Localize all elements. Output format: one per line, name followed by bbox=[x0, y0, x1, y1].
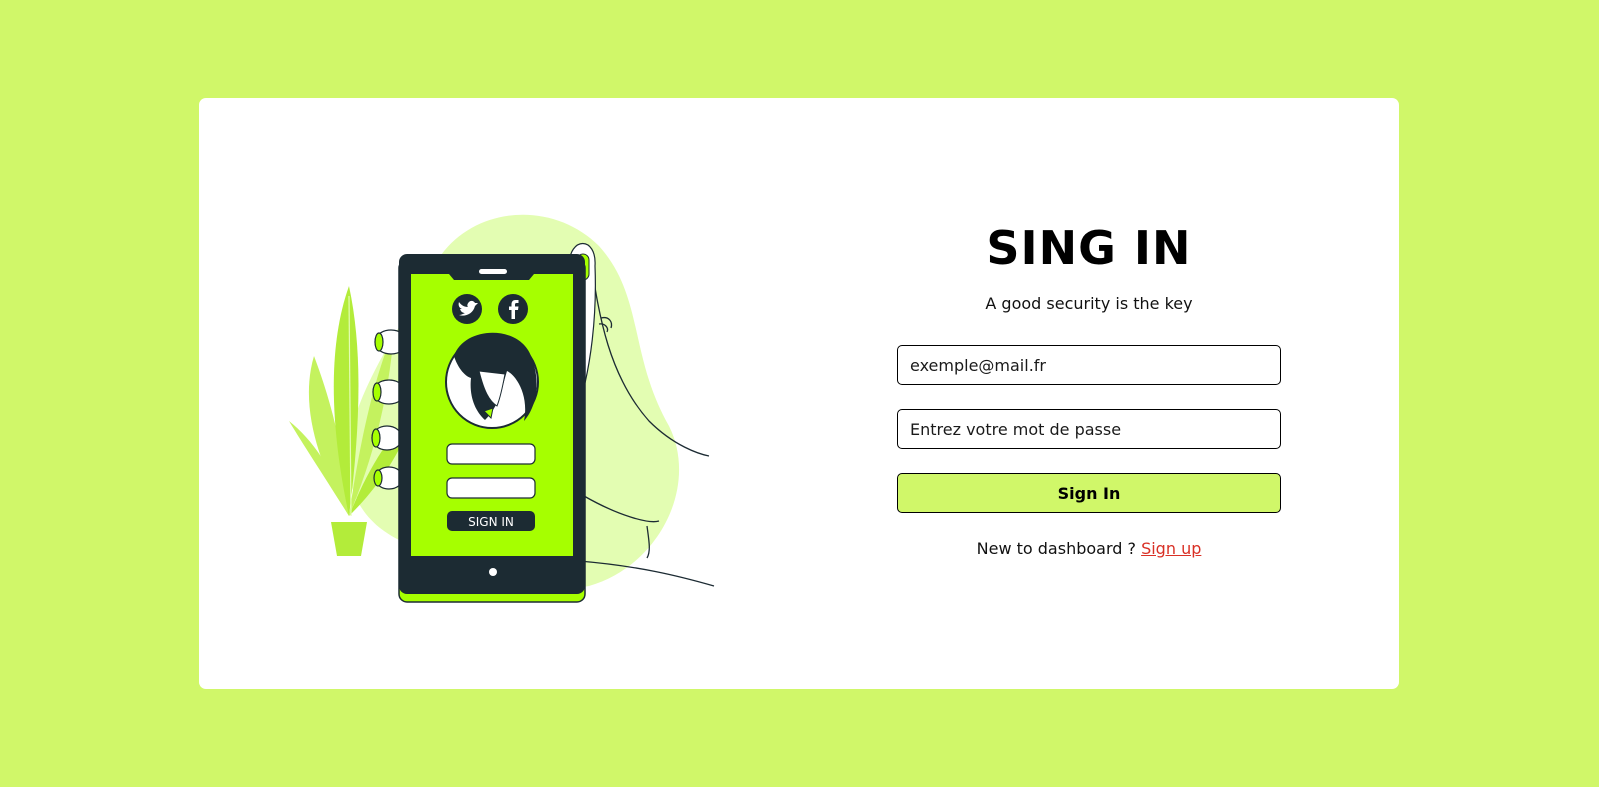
avatar bbox=[445, 332, 539, 429]
phone-signin-label: SIGN IN bbox=[468, 515, 514, 529]
phone-input-1 bbox=[446, 443, 536, 465]
phone-input-2 bbox=[446, 477, 536, 499]
email-field[interactable] bbox=[897, 345, 1281, 385]
phone-login-illustration: SIGN IN bbox=[289, 214, 715, 603]
login-card: SIGN IN SING IN A good security is the k… bbox=[199, 98, 1399, 689]
signup-prompt: New to dashboard ? bbox=[976, 539, 1142, 558]
page-title: SING IN bbox=[986, 221, 1192, 275]
phone-speaker bbox=[479, 269, 507, 274]
login-form: SING IN A good security is the key Sign … bbox=[897, 98, 1281, 689]
signup-row: New to dashboard ? Sign up bbox=[897, 539, 1281, 559]
plant-pot bbox=[331, 522, 367, 556]
twitter-icon bbox=[452, 294, 482, 324]
page-subtitle: A good security is the key bbox=[985, 294, 1193, 313]
facebook-icon bbox=[498, 294, 528, 324]
phone-home-button bbox=[489, 568, 497, 576]
sign-in-button[interactable]: Sign In bbox=[897, 473, 1281, 513]
sign-up-link[interactable]: Sign up bbox=[1141, 539, 1201, 558]
password-field[interactable] bbox=[897, 409, 1281, 449]
